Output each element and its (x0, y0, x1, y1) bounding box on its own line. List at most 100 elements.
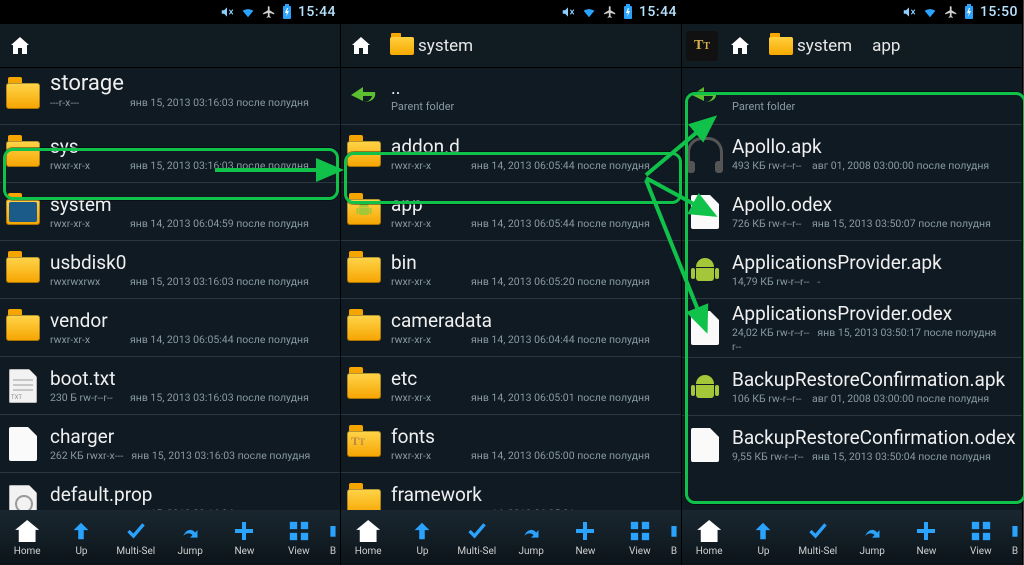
toolbar-multisel[interactable]: Multi-Sel (791, 518, 845, 557)
toolbar-more[interactable]: ▮B (667, 518, 681, 557)
file-row[interactable]: Apollo.apk 493 КБ rw-r--r-- авг 01, 2008… (682, 124, 1022, 182)
parent-folder-row[interactable]: .. Parent folder (682, 67, 1022, 124)
breadcrumb-label: app (872, 36, 900, 56)
file-list[interactable]: .. Parent folder Apollo.apk 493 КБ rw-r-… (682, 67, 1022, 510)
file-perm: rwxr-xr-x (50, 333, 122, 346)
toolbar-up[interactable]: Up (736, 518, 790, 557)
airplane-icon (262, 5, 276, 19)
file-date: авг 01, 2008 03:00:00 после полудня (812, 159, 989, 172)
row-icon (345, 483, 383, 511)
folder-icon (769, 37, 793, 55)
file-row[interactable]: framework rwxr-xr-x янв 14, 2013 06:05:0… (341, 472, 681, 510)
pane-paneC: 15:50 TT system app .. Parent folder Apo… (682, 0, 1023, 565)
row-icon (4, 135, 42, 173)
toolbar-new[interactable]: New (558, 518, 612, 557)
file-date: янв 14, 2013 06:05:44 после полудня (471, 217, 650, 230)
file-name: charger (50, 426, 334, 448)
toolbar-more[interactable]: ▮B (1008, 518, 1022, 557)
row-icon (686, 193, 724, 231)
file-date: янв 15, 2013 03:50:04 после полудня (812, 450, 991, 463)
row-icon (686, 309, 724, 347)
row-icon (686, 251, 724, 289)
file-date: янв 14, 2013 06:05:01 после полудня (471, 391, 650, 404)
bottom-toolbar: Home Up Multi-Sel Jump New View ▮B (682, 510, 1022, 565)
pane-paneA: 15:44 storage ---r-x--- янв 15, 2013 03:… (0, 0, 341, 565)
file-list[interactable]: .. Parent folder addon.d rwxr-xr-x янв 1… (341, 67, 681, 510)
file-perm: 24,02 КБ rw-r--r-- (732, 326, 809, 339)
file-row[interactable]: usbdisk0 rwxrwxrwx янв 15, 2013 03:16:03… (0, 240, 340, 298)
file-row[interactable]: vendor rwxr-xr-x янв 14, 2013 06:05:44 п… (0, 298, 340, 356)
toolbar-more[interactable]: ▮B (326, 518, 340, 557)
file-name: BackupRestoreConfirmation.apk (732, 369, 1016, 391)
file-name: etc (391, 368, 675, 390)
toolbar-home[interactable]: Home (341, 518, 395, 557)
file-row[interactable]: system rwxr-xr-x янв 14, 2013 06:04:59 п… (0, 182, 340, 240)
file-name: system (50, 194, 334, 216)
file-extra: r-- (732, 340, 741, 353)
file-row[interactable]: sys rwxr-xr-x янв 15, 2013 03:16:03 посл… (0, 124, 340, 182)
breadcrumb-item[interactable]: system (762, 32, 859, 60)
toolbar-home[interactable]: Home (0, 518, 54, 557)
toolbar-jump[interactable]: Jump (845, 518, 899, 557)
toolbar-view[interactable]: View (272, 518, 326, 557)
file-list[interactable]: storage ---r-x--- янв 15, 2013 03:16:03 … (0, 67, 340, 510)
breadcrumb-home2[interactable] (724, 31, 756, 61)
file-row[interactable]: ApplicationsProvider.apk 14,79 КБ rw-r--… (682, 240, 1022, 298)
file-date: янв 14, 2013 06:05:44 после полудня (130, 333, 309, 346)
row-icon (345, 251, 383, 289)
file-row[interactable]: storage ---r-x--- янв 15, 2013 03:16:03 … (0, 67, 340, 124)
toolbar-view[interactable]: View (954, 518, 1008, 557)
toolbar-home[interactable]: Home (682, 518, 736, 557)
file-row[interactable]: cameradata rwxr-xr-x янв 14, 2013 06:04:… (341, 298, 681, 356)
file-row[interactable]: BackupRestoreConfirmation.apk 106 КБ rw-… (682, 357, 1022, 415)
file-row[interactable]: bin rwxr-xr-x янв 14, 2013 06:05:20 посл… (341, 240, 681, 298)
mute-icon (220, 5, 234, 19)
folder-icon (390, 37, 414, 55)
toolbar-new[interactable]: New (899, 518, 953, 557)
file-perm: rwxr-xr-x (391, 391, 463, 404)
file-row[interactable]: ApplicationsProvider.odex 24,02 КБ rw-r-… (682, 298, 1022, 357)
file-date: янв 14, 2013 06:05:20 после полудня (471, 275, 650, 288)
file-perm: 14,79 КБ rw-r--r-- (732, 275, 809, 288)
toolbar-jump[interactable]: Jump (504, 518, 558, 557)
toolbar-view[interactable]: View (613, 518, 667, 557)
row-icon: TXT (4, 367, 42, 405)
file-name: vendor (50, 310, 334, 332)
breadcrumb-home[interactable] (4, 31, 36, 61)
file-row[interactable]: Apollo.odex 726 КБ rw-r--r-- янв 15, 201… (682, 182, 1022, 240)
wifi-icon (922, 5, 938, 19)
row-icon (4, 483, 42, 511)
toolbar-multisel[interactable]: Multi-Sel (450, 518, 504, 557)
file-name: storage (50, 73, 334, 95)
breadcrumb-bar (0, 24, 340, 68)
file-perm: 106 КБ rw-r--r-- (732, 392, 804, 405)
parent-dots: .. (732, 78, 1016, 100)
breadcrumb-item[interactable]: app (865, 32, 907, 60)
file-row[interactable]: addon.d rwxr-xr-x янв 14, 2013 06:05:44 … (341, 124, 681, 182)
toolbar-up[interactable]: Up (395, 518, 449, 557)
file-date: янв 15, 2013 03:16:03 после полудня (130, 391, 309, 404)
file-name: cameradata (391, 310, 675, 332)
file-perm: rwxr-xr-x (391, 275, 463, 288)
row-icon: TT (345, 425, 383, 463)
file-row[interactable]: etc rwxr-xr-x янв 14, 2013 06:05:01 посл… (341, 356, 681, 414)
toolbar-new[interactable]: New (217, 518, 271, 557)
toolbar-up[interactable]: Up (54, 518, 108, 557)
breadcrumb-item[interactable]: system (383, 32, 480, 60)
file-row[interactable]: default.prop rw-r--r-- янв 15, 2013 03:1… (0, 472, 340, 510)
status-clock: 15:44 (639, 4, 677, 20)
file-row[interactable]: charger 262 КБ rwxr-x--- янв 15, 2013 03… (0, 414, 340, 472)
toolbar-multisel[interactable]: Multi-Sel (109, 518, 163, 557)
file-row[interactable]: BackupRestoreConfirmation.odex 9,55 КБ r… (682, 415, 1022, 473)
parent-folder-row[interactable]: .. Parent folder (341, 67, 681, 124)
file-row[interactable]: TT fonts rwxr-xr-x янв 14, 2013 06:05:00… (341, 414, 681, 472)
file-date: янв 14, 2013 06:05:44 после полудня (471, 159, 650, 172)
file-row[interactable]: app rwxr-xr-x янв 14, 2013 06:05:44 посл… (341, 182, 681, 240)
row-icon (345, 367, 383, 405)
toolbar-jump[interactable]: Jump (163, 518, 217, 557)
parent-label: Parent folder (732, 100, 1016, 113)
file-row[interactable]: TXT boot.txt 230 Б rw-r--r-- янв 15, 201… (0, 356, 340, 414)
breadcrumb-home[interactable] (345, 31, 377, 61)
breadcrumb-label: system (797, 36, 852, 56)
parent-label: Parent folder (391, 100, 675, 113)
